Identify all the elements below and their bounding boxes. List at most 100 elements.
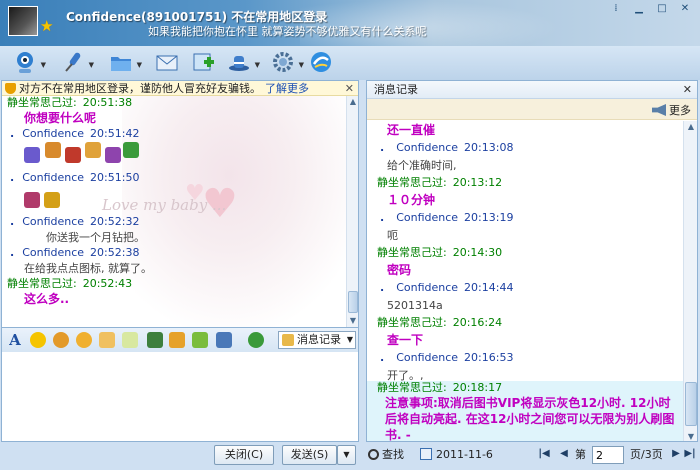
emoticon-icon[interactable] (45, 142, 61, 158)
message-text: 你送我一个月钻把。 (46, 231, 145, 244)
history-message-text: 还一直催 (387, 123, 436, 137)
message-time: 20:51:38 (82, 96, 133, 109)
gift-icon[interactable] (192, 332, 208, 348)
magic-face-icon[interactable] (53, 332, 69, 348)
window-menu-button[interactable]: ⁞ (605, 2, 627, 17)
first-page-icon[interactable]: |◀ (538, 447, 550, 461)
history-message-time: 20:13:12 (452, 176, 503, 189)
scroll-down-arrow-icon[interactable]: ▼ (684, 431, 697, 441)
scroll-up-arrow-icon[interactable]: ▲ (347, 96, 358, 108)
quick-reply-icon[interactable] (248, 332, 264, 348)
message-header: . Confidence 20:51:42 (10, 127, 140, 140)
more-button[interactable]: 更多 (652, 102, 691, 118)
close-warning-button[interactable]: ✕ (345, 81, 354, 96)
message-sender: Confidence (22, 171, 85, 184)
app-button[interactable]: ▼ (226, 49, 260, 77)
scroll-up-arrow-icon[interactable]: ▲ (684, 121, 697, 133)
history-scrollbar[interactable]: ▲ ▼ (683, 121, 697, 441)
screenshot-icon[interactable] (216, 332, 232, 348)
page-number-input[interactable] (592, 446, 624, 464)
learn-more-link[interactable]: 了解更多 (265, 82, 309, 95)
history-message-header: . Confidence 20:13:08 (380, 141, 514, 154)
history-message-text: 给个准确时间, (387, 159, 457, 172)
emoticon-icon[interactable] (44, 192, 60, 208)
hand-shake-icon[interactable] (99, 332, 115, 348)
send-options-dropdown[interactable]: ▼ (337, 445, 356, 465)
chat-scrollbar[interactable]: ▲ ▼ (346, 96, 358, 327)
emoticon-icon[interactable] (123, 142, 139, 158)
history-title: 消息记录 (374, 83, 418, 96)
history-message-sender: 静坐常思己过: (377, 316, 447, 329)
history-message-sender: 静坐常思己过: (377, 176, 447, 189)
next-page-icon[interactable]: ▶ (670, 447, 682, 461)
page-prefix: 第 (575, 448, 586, 461)
add-contact-button[interactable] (190, 49, 220, 77)
message-sender: Confidence (22, 246, 85, 259)
history-message-text: １０分钟 (387, 193, 436, 207)
close-history-button[interactable]: ✕ (683, 81, 692, 98)
message-header: 静坐常思己过: 20:51:38 (2, 96, 346, 110)
history-message-list: 还一直催 . Confidence 20:13:08 给个准确时间, 静坐常思己过:… (367, 121, 683, 385)
search-label: 查找 (382, 448, 404, 461)
message-input-box[interactable] (1, 352, 359, 442)
history-message-header: . Confidence 20:13:19 (380, 211, 514, 224)
date-picker[interactable]: 2011-11-6 (420, 448, 493, 462)
history-message-header: . Confidence 20:14:44 (380, 281, 514, 294)
maximize-button[interactable]: □ (651, 2, 673, 17)
smiley-icon[interactable] (30, 332, 46, 348)
voice-call-button[interactable]: ▼ (60, 49, 94, 77)
wink-icon[interactable] (76, 332, 92, 348)
message-sender: 静坐常思己过: (7, 277, 77, 290)
history-message-time: 20:14:44 (464, 281, 514, 294)
history-footer: 查找 2011-11-6 |◀ ◀ 第 页/3页 ▶ ▶| (362, 442, 700, 470)
close-button[interactable]: 关闭(C) (214, 445, 274, 465)
contact-avatar[interactable] (8, 6, 38, 36)
font-icon[interactable]: A (7, 332, 23, 348)
browser-button[interactable] (308, 49, 338, 77)
hat-icon (229, 56, 249, 71)
message-record-button[interactable]: 消息记录 ▼ (278, 331, 356, 349)
notice-text: 注意事项:取消后图书VIP将显示灰色12小时. 12小时后将自动亮起. 在这12… (385, 396, 675, 442)
image-icon[interactable] (147, 332, 163, 348)
search-icon (368, 449, 379, 460)
message-header: . Confidence 20:52:38 (10, 246, 140, 259)
history-message-time: 20:18:17 (452, 381, 503, 394)
search-button[interactable]: 查找 (368, 448, 404, 462)
emoticon-icon[interactable] (65, 147, 81, 163)
selected-history-message[interactable]: 静坐常思己过: 20:18:17 注意事项:取消后图书VIP将显示灰色12小时. … (367, 381, 683, 442)
prev-page-icon[interactable]: ◀ (558, 447, 570, 461)
history-date: 2011-11-6 (436, 448, 493, 461)
scroll-thumb[interactable] (348, 291, 358, 313)
settings-button[interactable]: ▼ (270, 49, 304, 77)
contact-signature: 如果我能把你抱在怀里 就算姿势不够优雅又有什么关系呢 (148, 25, 427, 38)
format-toolbar: A 消息记录 ▼ (1, 328, 359, 352)
history-message-text: 5201314a (387, 299, 443, 312)
close-window-button[interactable]: ✕ (674, 2, 696, 17)
send-button[interactable]: 发送(S) (282, 445, 337, 465)
message-time: 20:52:38 (90, 246, 140, 259)
chat-message-list: 静坐常思己过: 20:51:38 你想要什么呢 . Confidence 20:51:… (2, 96, 346, 308)
page-suffix: 页/3页 (630, 448, 663, 461)
message-time: 20:52:43 (82, 277, 133, 290)
message-header: 静坐常思己过: 20:52:43 (2, 277, 346, 291)
scribble-icon[interactable] (122, 332, 138, 348)
emoticon-icon[interactable] (85, 142, 101, 158)
message-text: 在给我点点图标, 就算了。 (24, 262, 152, 275)
last-page-icon[interactable]: ▶| (684, 447, 696, 461)
video-call-button[interactable]: ▼ (12, 49, 46, 77)
emoticon-icon[interactable] (24, 147, 40, 163)
message-record-label: 消息记录 (297, 333, 341, 346)
scroll-down-arrow-icon[interactable]: ▼ (347, 315, 358, 327)
send-mail-button[interactable] (154, 49, 184, 77)
message-sender: Confidence (22, 215, 85, 228)
scroll-thumb[interactable] (685, 382, 697, 426)
emoticon-icon[interactable] (105, 147, 121, 163)
send-file-button[interactable]: ▼ (108, 49, 142, 77)
music-icon[interactable] (169, 332, 185, 348)
minimize-button[interactable]: ▁ (628, 2, 650, 17)
history-message-sender: 静坐常思己过: (377, 246, 447, 259)
history-message-header: 静坐常思己过: 20:14:30 (367, 245, 683, 261)
emoticon-icon[interactable] (24, 192, 40, 208)
message-header: . Confidence 20:51:50 (10, 171, 140, 184)
message-time: 20:51:50 (90, 171, 140, 184)
